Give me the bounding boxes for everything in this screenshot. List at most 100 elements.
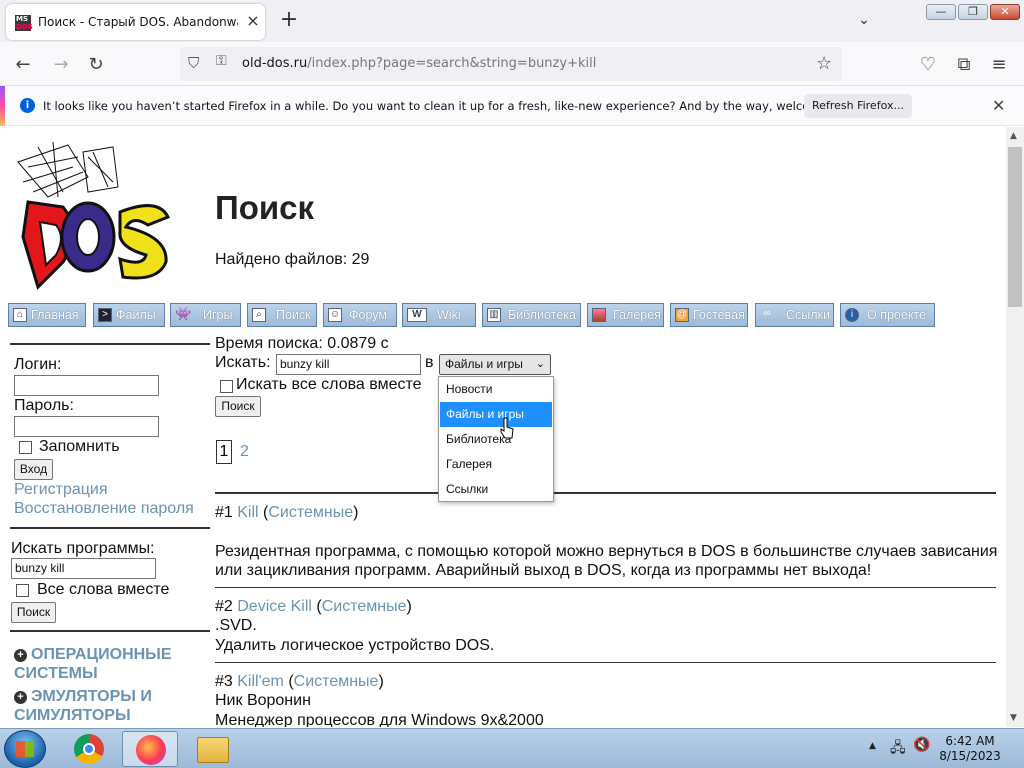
menu-label: Главная [31,308,79,322]
result-link[interactable]: Kill [237,504,258,521]
menu-wiki-button[interactable]: W Wiki [402,303,476,327]
home-icon: ⌂ [13,308,27,322]
menu-guestbook-button[interactable]: @ Гостевая [670,303,748,327]
chrome-icon [74,734,104,764]
menu-gallery-button[interactable]: Галерея [587,303,664,327]
password-field[interactable] [14,416,159,437]
menu-library-button[interactable]: ▥ Библиотека [482,303,581,327]
scrollbar-thumb[interactable] [1008,147,1022,307]
network-icon[interactable]: 🖧 [890,737,906,761]
reload-icon[interactable]: ↻ [85,54,107,76]
result-link[interactable]: Kill'em [237,673,284,690]
search-input[interactable]: bunzy kill [276,354,421,375]
expand-plus-icon: + [14,649,27,662]
page-2-link[interactable]: 2 [240,443,249,461]
forward-arrow-icon[interactable]: → [50,54,72,76]
url-bar[interactable]: ⛉ ⚿ old-dos.ru/index.php?page=search&str… [180,47,842,81]
result-category-link[interactable]: Системные [322,598,407,615]
result-link[interactable]: Device Kill [237,598,312,615]
msdos-logo [17,141,171,290]
url-text[interactable]: old-dos.ru/index.php?page=search&string=… [242,56,596,71]
search-scope-dropdown: Новости Файлы и игры Библиотека Галерея … [438,376,554,502]
result-category-link[interactable]: Системные [294,673,379,690]
minimize-button[interactable]: — [926,4,956,20]
chevron-down-icon[interactable]: ⌄ [854,12,874,30]
menu-label: Поиск [276,308,311,322]
book-icon: ▥ [487,308,501,322]
show-hidden-icons-icon[interactable]: ▲ [869,741,876,751]
remember-checkbox[interactable] [19,441,32,454]
scope-option-gallery[interactable]: Галерея [440,452,552,477]
all-words-checkbox[interactable] [220,380,233,393]
result-author: .SVD. [215,617,257,634]
category-emulators[interactable]: + ЭМУЛЯТОРЫ И СИМУЛЯТОРЫ [14,687,199,725]
scope-option-news[interactable]: Новости [440,377,552,402]
sidebar-search-input[interactable]: bunzy kill [11,558,156,579]
page-1-current: 1 [216,440,232,464]
menu-links-button[interactable]: ∞ Ссылки [755,303,834,327]
page-scrollbar[interactable]: ▲ ▼ [1006,127,1024,727]
result-number: #3 [215,673,233,690]
browser-tab[interactable]: MS DOS Поиск - Старый DOS. Abandonware × [6,4,265,40]
result-number: #1 [215,504,233,521]
guestbook-icon: @ [675,308,689,322]
tab-close-icon[interactable]: × [244,12,262,30]
taskbar-firefox-button[interactable] [122,731,178,767]
result-number: #2 [215,598,233,615]
result-divider [215,662,996,663]
close-window-button[interactable]: ✕ [990,4,1020,20]
search-button[interactable]: Поиск [215,396,261,417]
scope-option-links[interactable]: Ссылки [440,477,552,502]
start-button[interactable] [4,730,46,768]
menu-label: Игры [203,308,233,322]
tab-title: Поиск - Старый DOS. Abandonware [38,15,238,29]
taskbar-chrome-button[interactable] [62,731,118,767]
scope-option-files-games[interactable]: Файлы и игры [440,402,552,427]
result-description: Менеджер процессов для Windows 9x&2000 [215,712,544,727]
chevron-down-icon: ⌄ [535,358,545,370]
pocket-icon[interactable]: ♡ [917,54,939,76]
close-notification-icon[interactable]: ✕ [992,96,1005,115]
scroll-up-icon[interactable]: ▲ [1010,131,1017,141]
login-label: Логин: [14,356,62,373]
picture-icon [592,308,606,322]
page-title: Поиск [215,189,315,226]
login-field[interactable] [14,375,159,396]
search-label: Искать: [215,354,271,371]
menu-label: Форум [349,308,387,322]
tracking-lock-icon[interactable]: ⚿ [216,53,227,69]
menu-forum-button[interactable]: ☺ Форум [323,303,397,327]
refresh-firefox-button[interactable]: Refresh Firefox... [804,94,912,118]
result-category-link[interactable]: Системные [268,504,353,521]
restore-password-link[interactable]: Восстановление пароля [14,500,194,518]
restore-button[interactable]: ❐ [958,4,988,20]
sidebar-search-button[interactable]: Поиск [11,602,56,623]
back-arrow-icon[interactable]: ← [12,54,34,76]
search-scope-select[interactable]: Файлы и игры ⌄ [439,354,551,375]
scroll-down-icon[interactable]: ▼ [1010,713,1017,723]
url-path: /index.php?page=search&string=bunzy+kill [307,56,597,71]
msdos-favicon-icon: MS DOS [15,15,33,31]
taskbar-explorer-button[interactable] [184,731,240,767]
info-icon: i [845,308,859,322]
menu-about-button[interactable]: i О проекте [840,303,935,327]
menu-home-button[interactable]: ⌂ Главная [8,303,86,327]
extensions-icon[interactable]: ⧉ [953,54,975,76]
register-link[interactable]: Регистрация [14,481,108,499]
login-button[interactable]: Вход [14,459,53,480]
result-title: #2 Device Kill (Системные) [215,598,412,615]
new-tab-button[interactable]: + [278,9,300,32]
sidebar-all-words-checkbox[interactable] [16,584,29,597]
menu-files-button[interactable]: > Файлы [93,303,165,327]
bookmark-star-icon[interactable]: ☆ [816,53,832,74]
menu-search-button[interactable]: ⌕ Поиск [247,303,317,327]
scope-option-library[interactable]: Библиотека [440,427,552,452]
menu-games-button[interactable]: 👾 Игры [170,303,241,327]
system-clock[interactable]: 6:42 AM 8/15/2023 [930,734,1010,764]
hamburger-menu-icon[interactable]: ≡ [988,54,1010,76]
search-programs-label: Искать программы: [11,540,155,557]
shield-icon[interactable]: ⛉ [188,54,199,72]
category-operating-systems[interactable]: + ОПЕРАЦИОННЫЕ СИСТЕМЫ [14,645,199,683]
menu-label: Ссылки [786,308,831,322]
volume-muted-icon[interactable]: 🔇 [913,737,930,753]
